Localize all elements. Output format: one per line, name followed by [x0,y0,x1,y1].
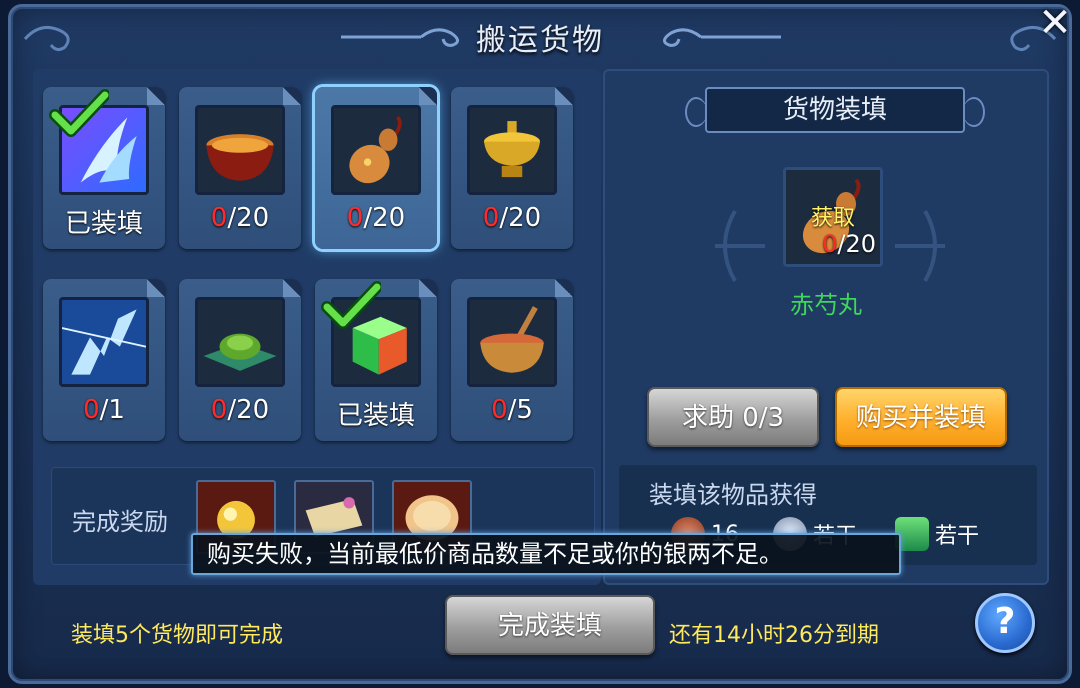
cargo-item-name: 赤芍丸 [790,291,862,319]
complete-fill-button[interactable]: 完成装填 [445,595,655,655]
cargo-slots-panel: 已装填 0/20 0/20 0/20 0/1 0/20 已装填 0/5 完成奖励 [33,69,601,585]
slot-count: 0/5 [491,395,533,425]
gain-item: 若干 [895,517,979,551]
slot-count: 0/1 [83,395,125,425]
expiry-timer: 还有14小时26分到期 [669,623,879,648]
mortar-bowl-icon [467,297,557,387]
slot-count: 0/20 [346,203,406,233]
selected-cargo-icon[interactable]: 获取 0/20 [783,167,883,267]
cargo-count: 0/20 [822,230,876,258]
help-button[interactable]: ? [975,593,1035,653]
close-button[interactable]: ✕ [1035,3,1075,43]
window-title: 搬运货物 [476,23,604,58]
title-bar: 搬运货物 [11,7,1069,67]
fill-rewards-label: 装填该物品获得 [649,481,817,509]
cargo-slot-7[interactable]: 已装填 [315,279,437,441]
cargo-fill-panel: 货物装填 获取 0/20 赤芍丸 求助 0/3 购买并装填 装填该物品获得 16 [603,69,1049,585]
cargo-slot-3[interactable]: 0/20 [315,87,437,249]
check-icon [321,281,381,329]
slot-count: 0/20 [210,203,270,233]
buy-and-fill-button[interactable]: 购买并装填 [835,387,1007,447]
slot-count: 0/20 [210,395,270,425]
hotpot-icon [467,105,557,195]
cargo-slot-2[interactable]: 0/20 [179,87,301,249]
slot-count: 0/20 [482,203,542,233]
slot-status: 已装填 [336,401,415,431]
completion-requirement: 装填5个货物即可完成 [71,623,283,648]
corner-ornament-left [23,25,70,52]
obtain-label: 获取 [810,206,855,231]
cargo-slot-4[interactable]: 0/20 [451,87,573,249]
slot-status: 已装填 [64,209,143,239]
herb-plate-icon [195,297,285,387]
bowl-stew-icon [195,105,285,195]
cargo-fill-header: 货物装填 [685,87,985,133]
lightning-claw-icon [59,297,149,387]
cargo-slot-8[interactable]: 0/5 [451,279,573,441]
cargo-slot-1[interactable]: 已装填 [43,87,165,249]
cargo-slot-5[interactable]: 0/1 [43,279,165,441]
gourd-icon [331,105,421,195]
request-help-button[interactable]: 求助 0/3 [647,387,819,447]
check-icon [49,89,109,137]
question-icon: ? [994,601,1016,642]
cargo-window: 搬运货物 ✕ 已装填 0/20 0/20 0/20 0/1 0/20 已装填 0… [8,3,1075,684]
title-ornament-left [341,28,459,47]
close-icon: ✕ [1038,0,1072,46]
error-toast: 购买失败，当前最低价商品数量不足或你的银两不足。 [191,533,901,575]
rewards-label: 完成奖励 [72,508,168,536]
cargo-slot-6[interactable]: 0/20 [179,279,301,441]
title-ornament-right [663,28,781,47]
